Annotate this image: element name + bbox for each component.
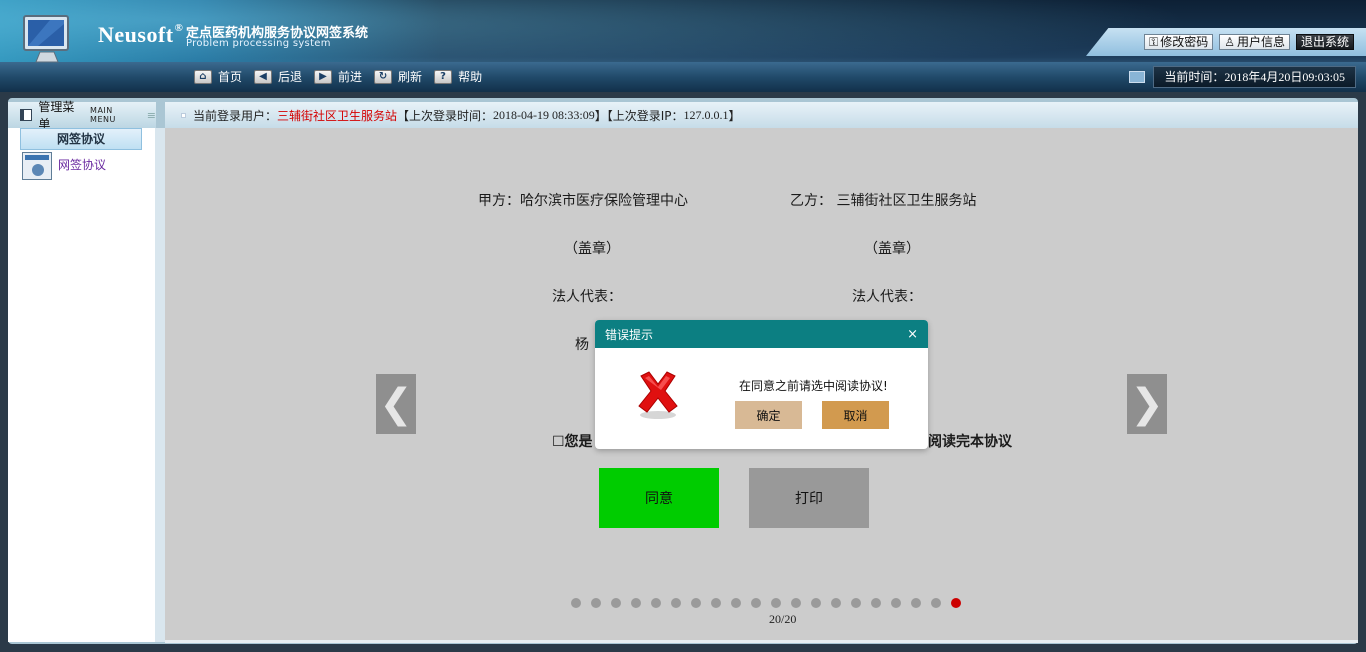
page-indicator: 20/20 xyxy=(769,612,797,626)
last-login-ip-label: 】【上次登录IP： xyxy=(594,108,684,123)
home-icon: ⌂ xyxy=(194,69,212,84)
page-dot[interactable] xyxy=(911,598,921,608)
page-dot[interactable] xyxy=(691,598,701,608)
refresh-button[interactable]: ↻ 刷新 xyxy=(374,68,422,85)
page-dot[interactable] xyxy=(811,598,821,608)
forward-arrow-icon: ▶ xyxy=(314,69,333,84)
back-arrow-icon: ◀ xyxy=(254,69,273,84)
error-dialog: 错误提示 × 在同意之前请选中阅读协议! 确定 取消 xyxy=(595,320,928,449)
page-dot[interactable] xyxy=(931,598,941,608)
menu-panel-icon xyxy=(20,109,33,121)
current-time: 当前时间：2018年4月20日09:03:05 xyxy=(1153,66,1356,88)
print-button[interactable]: 打印 xyxy=(749,468,869,528)
seal-b: （盖章） xyxy=(864,241,920,257)
page-dot[interactable] xyxy=(871,598,881,608)
home-label: 首页 xyxy=(218,70,243,84)
last-login-ip: 127.0.0.1 xyxy=(683,107,729,122)
read-confirm-checkbox[interactable]: ☐您是 xyxy=(552,431,593,451)
logout-label: 退出系统 xyxy=(1300,35,1349,49)
refresh-icon: ↻ xyxy=(374,69,393,84)
last-login-time-label: 【上次登录时间： xyxy=(397,108,494,123)
sidebar-title-en: MAIN MENU xyxy=(90,106,116,124)
login-user-label: 当前登录用户： xyxy=(193,108,278,123)
dialog-title: 错误提示 xyxy=(605,327,654,342)
user-icon: ♙ xyxy=(1224,35,1235,49)
dialog-header: 错误提示 × xyxy=(595,320,928,348)
page-dot-active[interactable] xyxy=(951,598,961,608)
refresh-label: 刷新 xyxy=(398,70,423,84)
close-icon[interactable]: × xyxy=(907,327,918,342)
back-button[interactable]: ◀ 后退 xyxy=(254,68,302,85)
change-password-button[interactable]: ⚿ 修改密码 xyxy=(1144,34,1214,50)
cancel-button[interactable]: 取消 xyxy=(822,401,889,429)
prev-page-button[interactable]: ❮ xyxy=(376,374,416,434)
user-info-label: 用户信息 xyxy=(1236,35,1285,49)
page-dot[interactable] xyxy=(891,598,901,608)
party-b: 乙方： 三辅街社区卫生服务站 xyxy=(790,193,977,209)
page-dot[interactable] xyxy=(751,598,761,608)
page-dot[interactable] xyxy=(731,598,741,608)
help-button[interactable]: ? 帮助 xyxy=(434,68,482,85)
login-user: 三辅街社区卫生服务站 xyxy=(277,108,398,123)
brand-name: Neusoft® xyxy=(98,22,184,47)
forward-button[interactable]: ▶ 前进 xyxy=(314,68,362,85)
content-bottom-rule xyxy=(165,640,1358,643)
sidebar xyxy=(8,102,156,642)
info-end-bracket: 】 xyxy=(728,108,741,123)
logout-button[interactable]: 退出系统 xyxy=(1295,34,1354,50)
error-x-icon xyxy=(638,371,678,419)
help-icon: ? xyxy=(434,69,453,84)
help-label: 帮助 xyxy=(458,70,483,84)
legal-rep-b: 法人代表： xyxy=(852,289,922,305)
next-page-button[interactable]: ❯ xyxy=(1127,374,1167,434)
page-dot[interactable] xyxy=(611,598,621,608)
legal-rep-name-a: 杨 xyxy=(575,337,589,353)
back-label: 后退 xyxy=(278,70,303,84)
party-a: 甲方：哈尔滨市医疗保险管理中心 xyxy=(478,193,688,209)
page-dot[interactable] xyxy=(571,598,581,608)
read-confirm-text: 阅读完本协议 xyxy=(928,434,1012,450)
sidebar-header: 管理菜单 MAIN MENU ≡ xyxy=(8,100,156,131)
sidebar-scrollbar[interactable] xyxy=(155,128,165,642)
sidebar-title: 管理菜单 xyxy=(38,100,75,131)
agree-button[interactable]: 同意 xyxy=(599,468,719,528)
system-subtitle: Problem processing system xyxy=(186,38,331,49)
home-button[interactable]: ⌂ 首页 xyxy=(194,68,242,85)
user-info-button[interactable]: ♙ 用户信息 xyxy=(1219,34,1290,50)
bullet-icon xyxy=(181,112,186,118)
page-dot[interactable] xyxy=(711,598,721,608)
page-dot[interactable] xyxy=(631,598,641,608)
sidebar-item-agreement[interactable]: 网签协议 xyxy=(22,152,106,180)
page-dot[interactable] xyxy=(671,598,681,608)
page-dot[interactable] xyxy=(591,598,601,608)
page-dot[interactable] xyxy=(651,598,661,608)
sidebar-item-label: 网签协议 xyxy=(58,158,107,172)
page-dots xyxy=(571,598,961,608)
key-icon: ⚿ xyxy=(1149,35,1159,49)
legal-rep-a: 法人代表： xyxy=(552,289,622,305)
confirm-button[interactable]: 确定 xyxy=(735,401,802,429)
sidebar-category[interactable]: 网签协议 xyxy=(20,128,142,150)
last-login-time: 2018-04-19 08:33:09 xyxy=(493,107,595,122)
forward-label: 前进 xyxy=(338,70,363,84)
change-password-label: 修改密码 xyxy=(1160,35,1209,49)
main-toolbar: ⌂ 首页 ◀ 后退 ▶ 前进 ↻ 刷新 ? 帮助 xyxy=(194,68,482,85)
seal-a: （盖章） xyxy=(564,241,620,257)
page-dot[interactable] xyxy=(851,598,861,608)
login-info-bar: 当前登录用户： 三辅街社区卫生服务站 【上次登录时间： 2018-04-19 0… xyxy=(165,102,1358,128)
account-buttons: ⚿ 修改密码 ♙ 用户信息 退出系统 xyxy=(1086,28,1366,56)
menu-lines-icon[interactable]: ≡ xyxy=(147,109,156,122)
page-dot[interactable] xyxy=(771,598,781,608)
clock-area: 当前时间：2018年4月20日09:03:05 xyxy=(1129,66,1356,88)
document-user-icon xyxy=(22,152,52,180)
monitor-logo-icon xyxy=(23,15,69,63)
page-dot[interactable] xyxy=(831,598,841,608)
dialog-message: 在同意之前请选中阅读协议! xyxy=(739,379,888,393)
screen-icon xyxy=(1129,71,1146,83)
page-dot[interactable] xyxy=(791,598,801,608)
